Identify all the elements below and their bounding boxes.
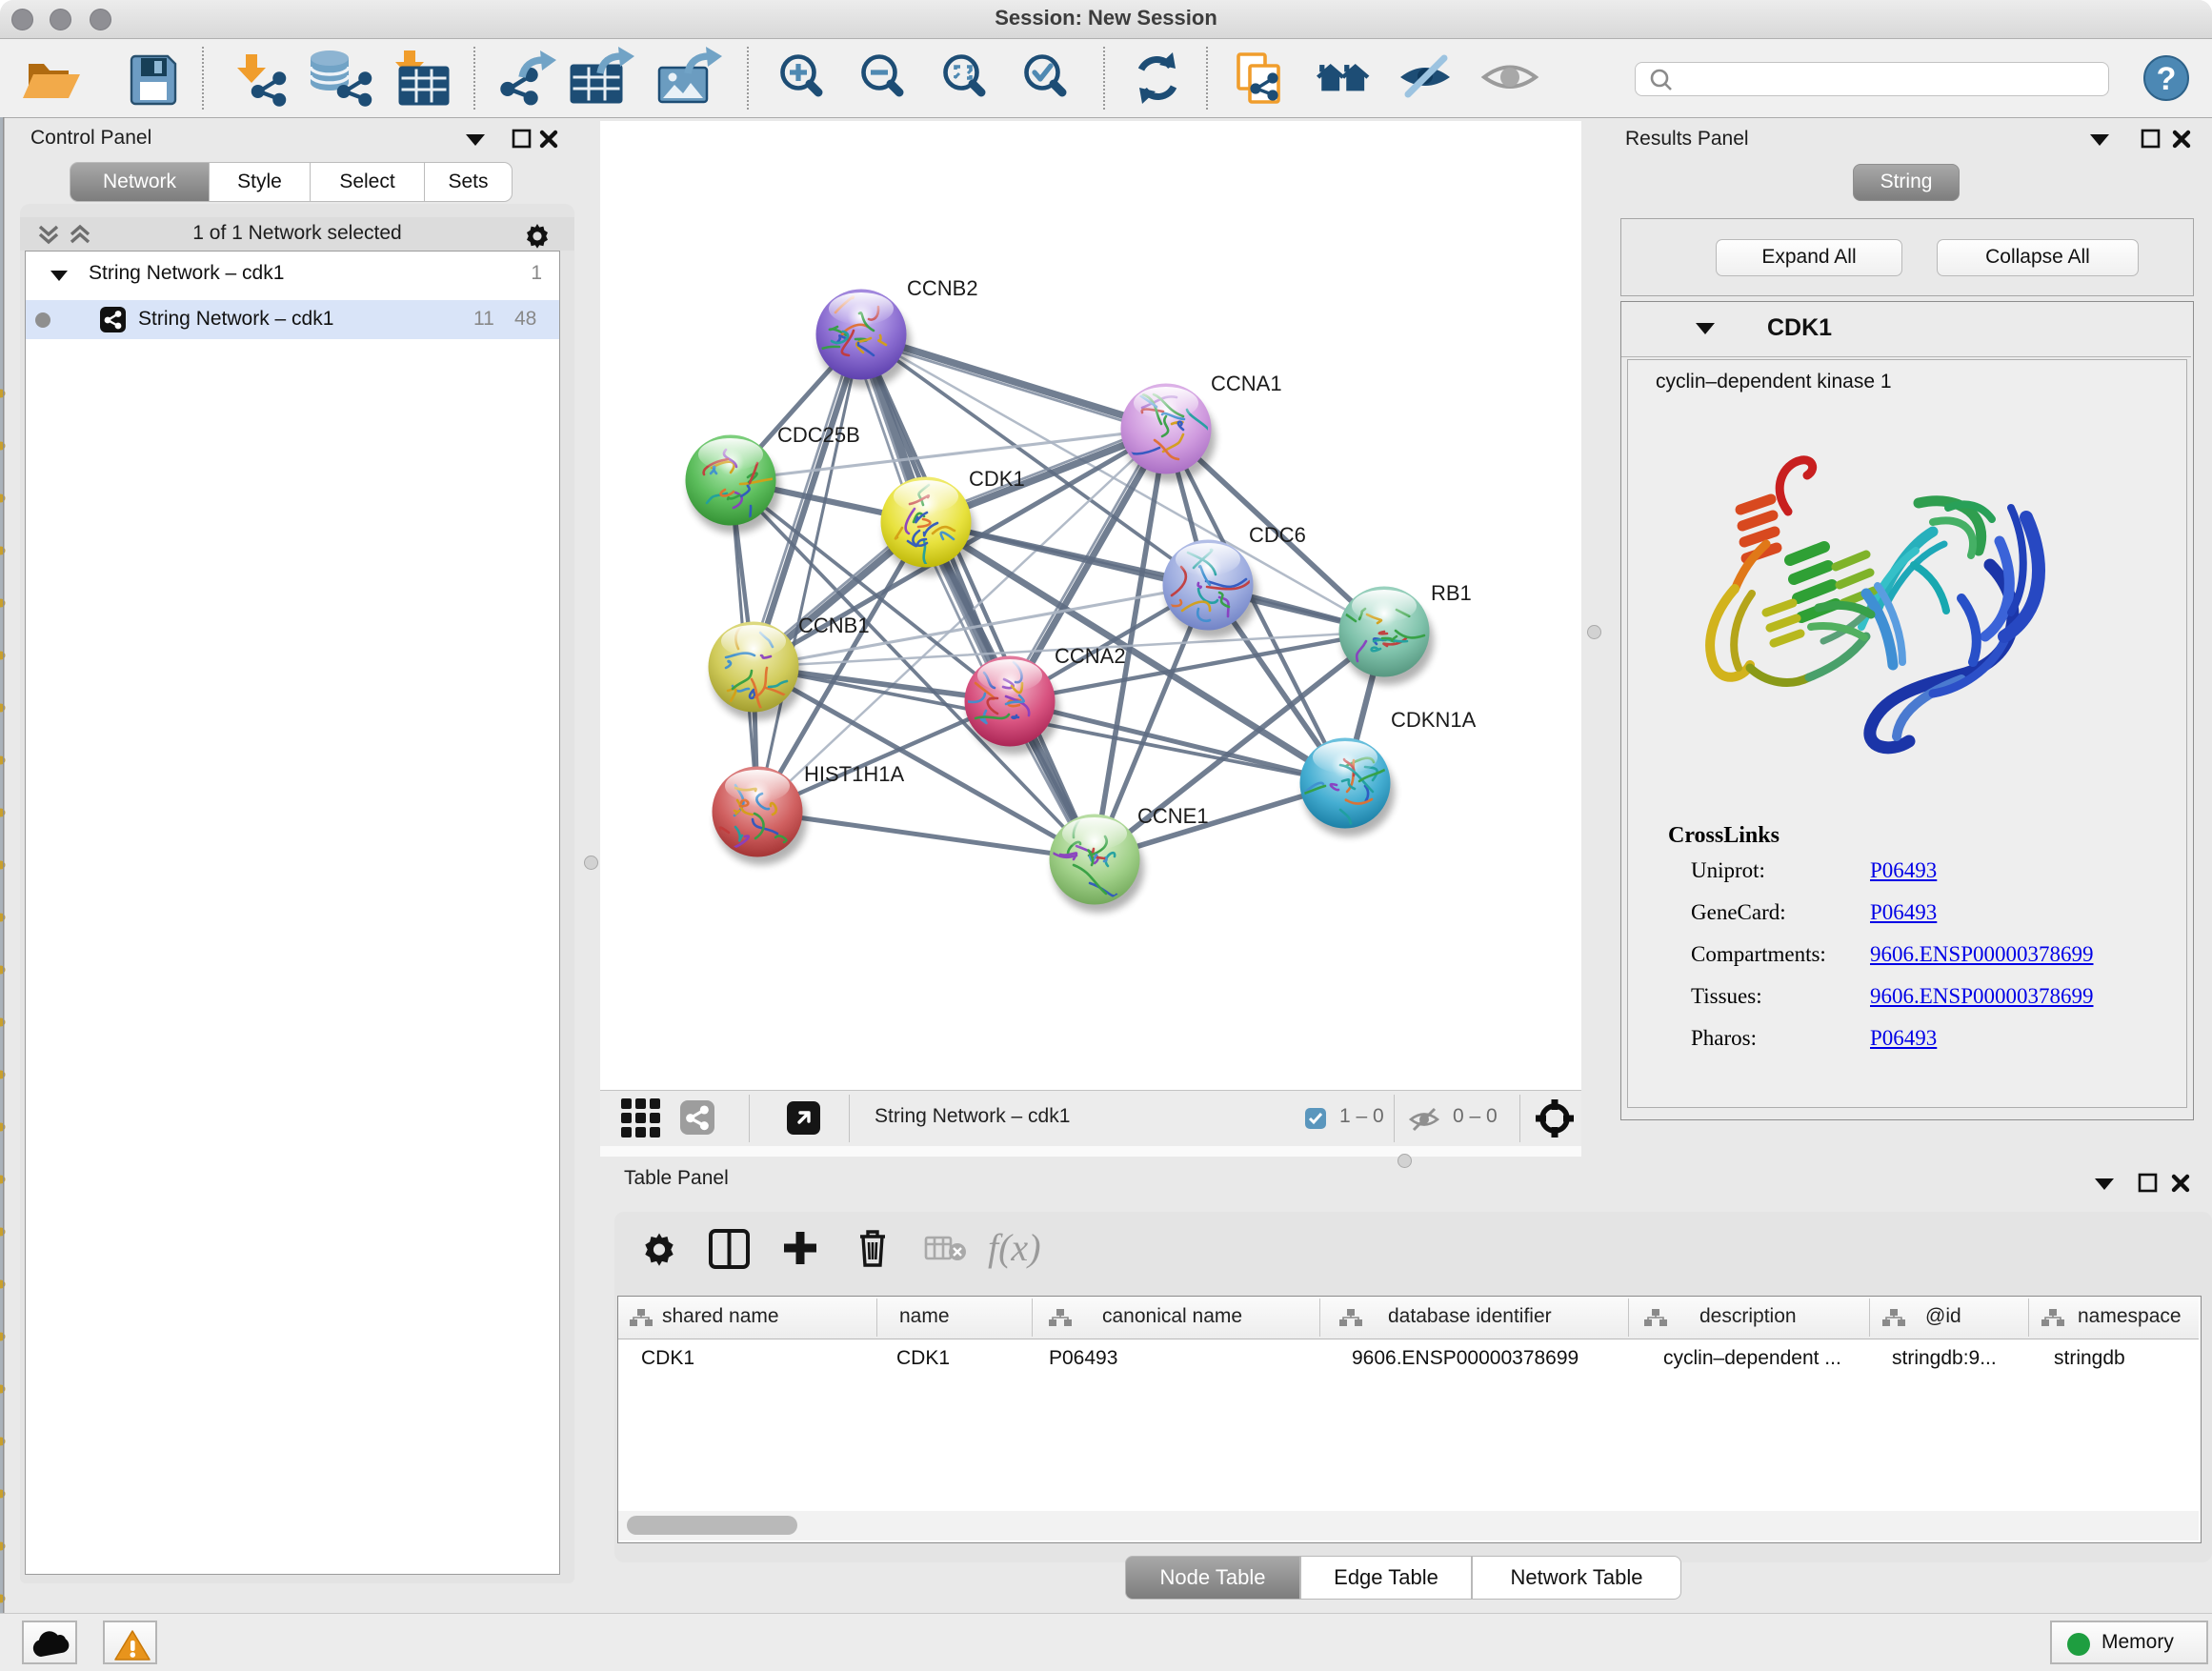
svg-text:CDC25B: CDC25B [777,423,860,447]
svg-text:?: ? [2157,61,2177,97]
svg-text:CDKN1A: CDKN1A [1391,708,1477,732]
svg-text:CDK1: CDK1 [969,467,1025,491]
svg-text:CDC6: CDC6 [1249,523,1306,547]
svg-text:RB1: RB1 [1431,581,1472,605]
svg-text:CCNB2: CCNB2 [907,276,978,300]
svg-text:HIST1H1A: HIST1H1A [804,762,904,786]
svg-text:CCNB1: CCNB1 [798,614,870,637]
svg-text:CCNA1: CCNA1 [1211,372,1282,395]
svg-text:CCNA2: CCNA2 [1055,644,1126,668]
svg-text:CCNE1: CCNE1 [1137,804,1209,828]
